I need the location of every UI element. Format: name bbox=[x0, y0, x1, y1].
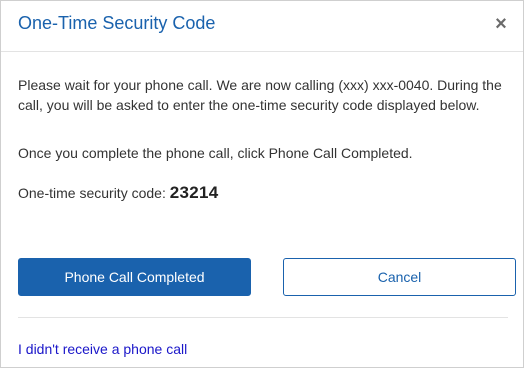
close-icon[interactable]: × bbox=[491, 13, 511, 35]
dialog-actions: Phone Call Completed Cancel bbox=[18, 258, 516, 296]
security-code-line: One-time security code: 23214 bbox=[18, 183, 510, 203]
dialog-title: One-Time Security Code bbox=[18, 13, 216, 33]
dialog-header: One-Time Security Code × bbox=[1, 1, 523, 52]
security-code-value: 23214 bbox=[169, 183, 219, 202]
dialog-body: Please wait for your phone call. We are … bbox=[18, 75, 510, 203]
divider bbox=[18, 317, 508, 318]
completion-instruction: Once you complete the phone call, click … bbox=[18, 145, 413, 161]
cancel-button[interactable]: Cancel bbox=[283, 258, 516, 296]
phone-call-completed-button[interactable]: Phone Call Completed bbox=[18, 258, 251, 296]
security-code-dialog: One-Time Security Code × Please wait for… bbox=[0, 0, 524, 368]
security-code-label: One-time security code: bbox=[18, 185, 166, 201]
no-phone-call-link[interactable]: I didn't receive a phone call bbox=[18, 340, 187, 358]
calling-message: Please wait for your phone call. We are … bbox=[18, 77, 502, 113]
